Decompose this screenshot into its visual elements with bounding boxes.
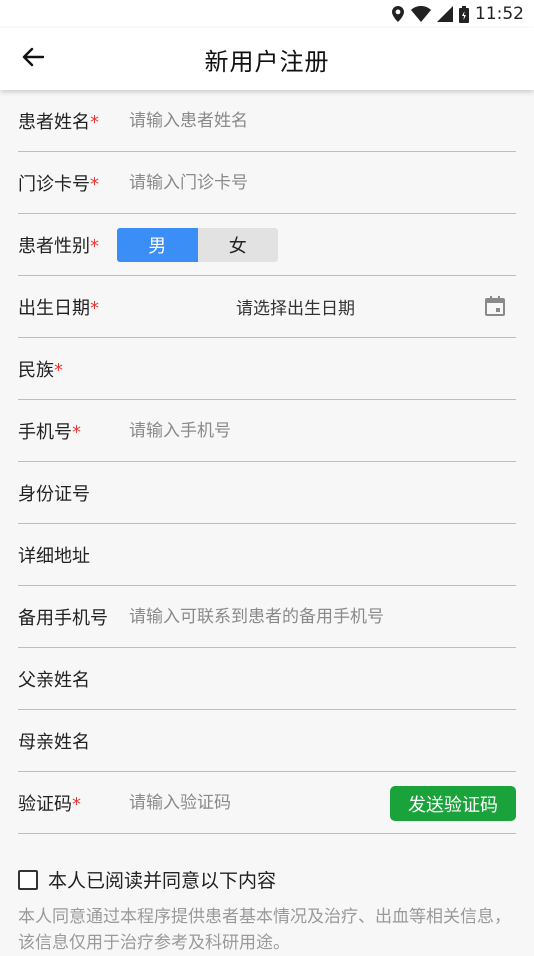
patient-name-label: 患者姓名* bbox=[18, 111, 99, 133]
birth-date-picker[interactable]: 请选择出生日期 bbox=[236, 276, 355, 337]
registration-form: 患者姓名* 门诊卡号* 患者性别* 男 女 出生日期* 请选择出生日期 民族* … bbox=[0, 90, 534, 834]
app-bar: 新用户注册 bbox=[0, 28, 534, 90]
id-number-label: 身份证号 bbox=[18, 483, 90, 505]
battery-icon bbox=[459, 5, 469, 23]
phone-label: 手机号* bbox=[18, 421, 81, 443]
backup-phone-input[interactable] bbox=[129, 586, 509, 647]
page-title: 新用户注册 bbox=[204, 47, 330, 76]
father-name-input[interactable] bbox=[129, 648, 389, 709]
gender-male-option[interactable]: 男 bbox=[117, 228, 198, 262]
id-number-row: 身份证号 bbox=[18, 462, 516, 524]
send-code-button[interactable]: 发送验证码 bbox=[390, 786, 516, 821]
backup-phone-label: 备用手机号 bbox=[18, 607, 108, 629]
verify-code-row: 验证码* 发送验证码 bbox=[18, 772, 516, 834]
birth-date-label: 出生日期* bbox=[18, 297, 99, 319]
location-icon bbox=[391, 6, 405, 22]
phone-input[interactable] bbox=[129, 400, 389, 461]
calendar-icon[interactable] bbox=[484, 295, 506, 317]
father-name-row: 父亲姓名 bbox=[18, 648, 516, 710]
agreement-checkbox-row[interactable]: 本人已阅读并同意以下内容 bbox=[18, 866, 276, 893]
agreement-label: 本人已阅读并同意以下内容 bbox=[48, 870, 277, 892]
agreement-checkbox[interactable] bbox=[18, 869, 38, 890]
clinic-card-row: 门诊卡号* bbox=[18, 152, 516, 214]
status-time: 11:52 bbox=[475, 4, 524, 24]
gender-toggle: 男 女 bbox=[117, 228, 278, 262]
status-bar: 11:52 bbox=[0, 0, 534, 28]
address-input[interactable] bbox=[129, 524, 389, 585]
ethnicity-row[interactable]: 民族* bbox=[18, 338, 516, 400]
patient-name-input[interactable] bbox=[129, 90, 389, 151]
address-label: 详细地址 bbox=[18, 545, 90, 567]
gender-label: 患者性别* bbox=[18, 235, 99, 257]
gender-row: 患者性别* 男 女 bbox=[18, 214, 516, 276]
arrow-left-icon bbox=[22, 47, 45, 71]
wifi-icon bbox=[411, 6, 431, 22]
agreement-notice: 本人同意通过本程序提供患者基本情况及治疗、出血等相关信息，该信息仅用于治疗参考及… bbox=[18, 907, 511, 953]
ethnicity-label: 民族* bbox=[18, 359, 63, 381]
id-number-input[interactable] bbox=[129, 462, 389, 523]
signal-icon bbox=[437, 6, 453, 22]
clinic-card-label: 门诊卡号* bbox=[18, 173, 99, 195]
phone-row: 手机号* bbox=[18, 400, 516, 462]
father-name-label: 父亲姓名 bbox=[18, 669, 90, 691]
gender-female-option[interactable]: 女 bbox=[197, 228, 278, 262]
back-button[interactable] bbox=[14, 40, 52, 78]
birth-date-row[interactable]: 出生日期* 请选择出生日期 bbox=[18, 276, 516, 338]
address-row: 详细地址 bbox=[18, 524, 516, 586]
backup-phone-row: 备用手机号 bbox=[18, 586, 516, 648]
mother-name-row: 母亲姓名 bbox=[18, 710, 516, 772]
mother-name-label: 母亲姓名 bbox=[18, 731, 90, 753]
verify-code-label: 验证码* bbox=[18, 793, 81, 815]
clinic-card-input[interactable] bbox=[129, 152, 389, 213]
verify-code-input[interactable] bbox=[129, 772, 369, 833]
mother-name-input[interactable] bbox=[129, 710, 389, 771]
patient-name-row: 患者姓名* bbox=[18, 90, 516, 152]
